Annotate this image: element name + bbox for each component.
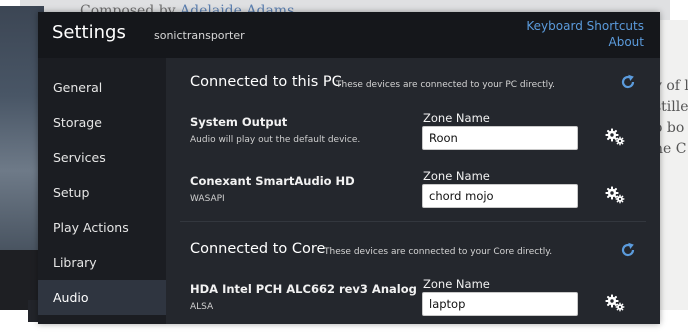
sidebar-item-general[interactable]: General [38,70,166,105]
section-title-core: Connected to Core [190,241,326,257]
gears-icon[interactable] [604,128,626,146]
settings-sidebar: General Storage Services Setup Play Acti… [38,58,166,324]
sidebar-item-library[interactable]: Library [38,245,166,280]
keyboard-shortcuts-link[interactable]: Keyboard Shortcuts [526,19,644,33]
zone-name-input-hda-intel[interactable] [422,292,578,316]
zone-name-label: Zone Name [423,277,490,291]
device-name-hda-intel: HDA Intel PCH ALC662 rev3 Analog [190,282,417,296]
audio-settings-panel: Connected to this PC These devices are c… [166,58,660,324]
zone-name-input-conexant[interactable] [422,184,578,208]
section-divider [180,221,646,222]
section-description-pc: These devices are connected to your PC d… [336,80,556,90]
zone-name-label: Zone Name [423,169,490,183]
sidebar-item-audio[interactable]: Audio [38,280,166,315]
about-link[interactable]: About [609,35,644,49]
device-subtitle-hda-intel: ALSA [190,302,214,312]
sidebar-item-services[interactable]: Services [38,140,166,175]
zone-name-label: Zone Name [423,111,490,125]
refresh-icon[interactable] [620,74,636,90]
section-title-pc: Connected to this PC [190,74,342,90]
gears-icon[interactable] [604,186,626,204]
sidebar-item-setup[interactable]: Setup [38,175,166,210]
device-subtitle-conexant: WASAPI [190,194,225,204]
zone-name-input-system-output[interactable] [422,126,578,150]
device-name-conexant: Conexant SmartAudio HD [190,174,355,188]
sidebar-item-play-actions[interactable]: Play Actions [38,210,166,245]
device-name: sonictransporter [154,29,245,42]
refresh-icon[interactable] [620,242,636,258]
sidebar-item-storage[interactable]: Storage [38,105,166,140]
settings-dialog: Settings sonictransporter Keyboard Short… [38,12,660,324]
device-name-system-output: System Output [190,115,288,129]
gears-icon[interactable] [604,294,626,312]
section-description-core: These devices are connected to your Core… [324,247,553,257]
settings-header: Settings sonictransporter Keyboard Short… [38,12,660,58]
dialog-title: Settings [52,22,126,43]
device-subtitle-system-output: Audio will play out the default device. [190,135,361,145]
